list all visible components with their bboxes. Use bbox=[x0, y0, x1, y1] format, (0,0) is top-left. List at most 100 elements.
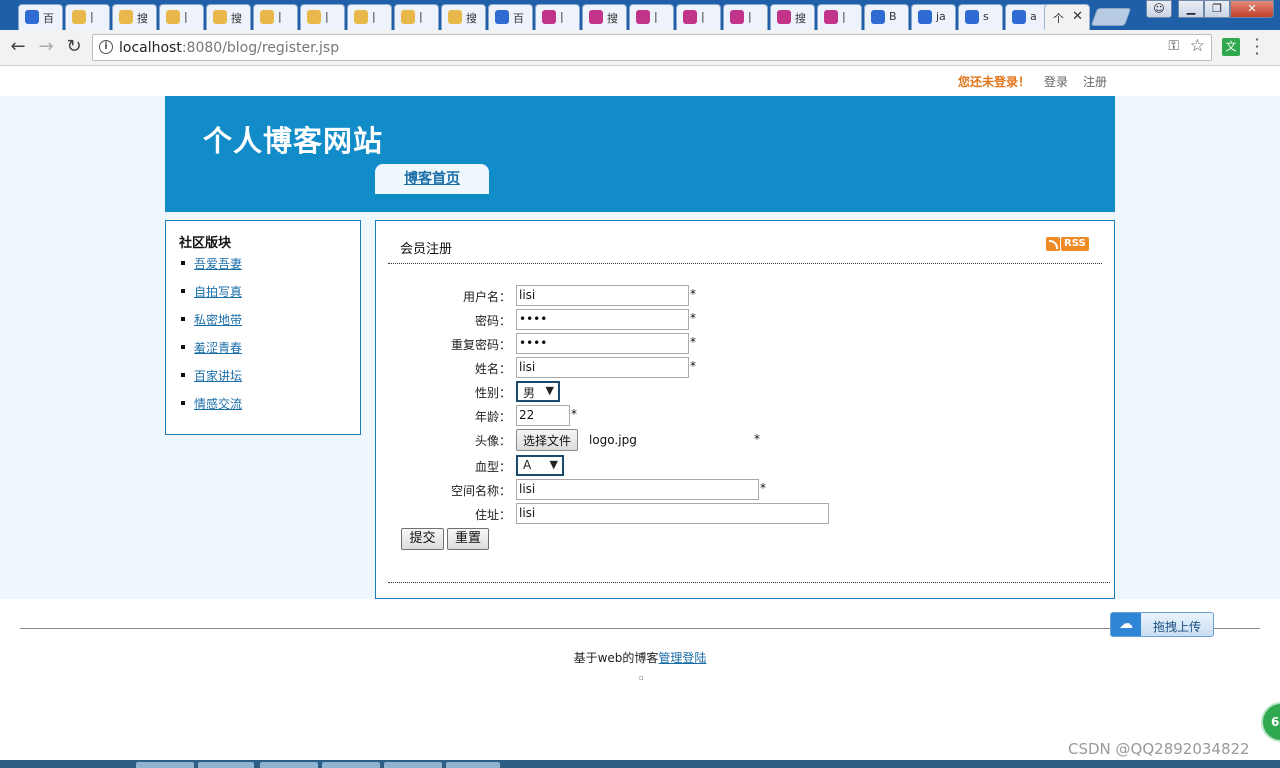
gender-label: 性别： bbox=[474, 386, 511, 400]
taskbar-item[interactable] bbox=[260, 762, 318, 768]
sidebar-link[interactable]: 情感交流 bbox=[194, 397, 242, 411]
taskbar-item[interactable] bbox=[446, 762, 500, 768]
dropdown-arrow-icon: ▼ bbox=[545, 384, 554, 397]
register-link[interactable]: 注册 bbox=[1083, 73, 1107, 90]
active-tab[interactable]: 个 ✕ bbox=[1044, 4, 1090, 31]
tab-title: | bbox=[748, 10, 752, 23]
tab-title: a bbox=[1030, 10, 1037, 23]
sidebar-link[interactable]: 羞涩青春 bbox=[194, 341, 242, 355]
sidebar-link[interactable]: 私密地带 bbox=[194, 313, 242, 327]
row-blood-type: 血型： A ▼ bbox=[376, 455, 1116, 477]
sidebar-item: 羞涩青春 bbox=[178, 339, 242, 367]
browser-tab[interactable]: | bbox=[300, 4, 345, 30]
sidebar-link[interactable]: 吾爱吾妻 bbox=[194, 257, 242, 271]
taskbar-item[interactable] bbox=[384, 762, 442, 768]
required-mark: * bbox=[571, 407, 577, 421]
row-username: 用户名： lisi * bbox=[376, 285, 1116, 307]
password-input[interactable]: •••• bbox=[516, 309, 689, 330]
back-icon[interactable]: ← bbox=[6, 36, 30, 60]
address-input[interactable]: lisi bbox=[516, 503, 829, 524]
login-strip: 您还未登录！ 登录 注册 bbox=[0, 67, 1280, 96]
submit-button[interactable]: 提交 bbox=[401, 528, 444, 550]
panel-title: 会员注册 bbox=[400, 242, 453, 257]
space-name-input[interactable]: lisi bbox=[516, 479, 759, 500]
active-tab-title: 个 bbox=[1053, 12, 1064, 25]
admin-login-link[interactable]: 管理登陆 bbox=[658, 651, 706, 665]
user-icon[interactable]: ☺ bbox=[1146, 0, 1172, 18]
space-name-label: 空间名称： bbox=[450, 484, 511, 498]
browser-tab[interactable]: s bbox=[958, 4, 1003, 30]
browser-tab[interactable]: | bbox=[629, 4, 674, 30]
tab-title: 搜 bbox=[607, 12, 618, 25]
confirm-password-input[interactable]: •••• bbox=[516, 333, 689, 354]
rss-badge[interactable]: RSS bbox=[1046, 237, 1089, 251]
tab-favicon-icon bbox=[1012, 10, 1026, 24]
tab-favicon-icon bbox=[542, 10, 556, 24]
choose-file-button[interactable]: 选择文件 bbox=[516, 429, 579, 451]
tab-favicon-icon bbox=[166, 10, 180, 24]
translate-extension-icon[interactable]: 文 bbox=[1222, 38, 1240, 56]
taskbar-item[interactable] bbox=[322, 762, 380, 768]
address-bar[interactable]: i localhost:8080/blog/register.jsp ⚿ ☆ bbox=[92, 34, 1212, 61]
password-label: 密码： bbox=[474, 314, 511, 328]
minimize-icon[interactable]: ▁ bbox=[1178, 0, 1204, 18]
sidebar-link[interactable]: 百家讲坛 bbox=[194, 369, 242, 383]
taskbar-item[interactable] bbox=[198, 762, 254, 768]
row-age: 年龄： 22 * bbox=[376, 405, 1116, 427]
new-tab-button[interactable] bbox=[1090, 8, 1132, 26]
browser-tab[interactable]: B bbox=[864, 4, 909, 30]
browser-tab[interactable]: 百 bbox=[18, 4, 63, 30]
tab-favicon-icon bbox=[307, 10, 321, 24]
row-name: 姓名： lisi * bbox=[376, 357, 1116, 379]
required-mark: * bbox=[760, 481, 766, 495]
tab-favicon-icon bbox=[25, 10, 39, 24]
blood-type-select[interactable]: A ▼ bbox=[516, 455, 564, 476]
close-tab-icon[interactable]: ✕ bbox=[1072, 9, 1083, 24]
browser-tab[interactable]: 搜 bbox=[770, 4, 815, 30]
browser-tab[interactable]: | bbox=[159, 4, 204, 30]
tab-favicon-icon bbox=[260, 10, 274, 24]
browser-tab[interactable]: | bbox=[723, 4, 768, 30]
reload-icon[interactable]: ↻ bbox=[62, 36, 86, 60]
browser-tab[interactable]: 搜 bbox=[582, 4, 627, 30]
age-input[interactable]: 22 bbox=[516, 405, 570, 426]
browser-tab[interactable]: 搜 bbox=[112, 4, 157, 30]
bookmark-star-icon[interactable]: ☆ bbox=[1190, 36, 1205, 56]
name-input[interactable]: lisi bbox=[516, 357, 689, 378]
tab-title: s bbox=[983, 10, 989, 23]
browser-tab[interactable]: ja bbox=[911, 4, 956, 30]
browser-tab[interactable]: 搜 bbox=[441, 4, 486, 30]
browser-tab[interactable]: 百 bbox=[488, 4, 533, 30]
login-link[interactable]: 登录 bbox=[1044, 73, 1068, 90]
browser-tab[interactable]: 搜 bbox=[206, 4, 251, 30]
tab-title: | bbox=[654, 10, 658, 23]
browser-tab[interactable]: | bbox=[535, 4, 580, 30]
reset-button[interactable]: 重置 bbox=[447, 528, 489, 550]
browser-tab[interactable]: | bbox=[676, 4, 721, 30]
username-input[interactable]: lisi bbox=[516, 285, 689, 306]
tab-title: | bbox=[419, 10, 423, 23]
sidebar-link[interactable]: 自拍写真 bbox=[194, 285, 242, 299]
browser-tab[interactable]: | bbox=[347, 4, 392, 30]
menu-icon[interactable]: · · · bbox=[1252, 32, 1262, 62]
info-icon[interactable]: i bbox=[99, 40, 113, 54]
tab-title: ja bbox=[936, 10, 946, 23]
browser-tab[interactable]: | bbox=[253, 4, 298, 30]
browser-tab[interactable]: | bbox=[394, 4, 439, 30]
row-space-name: 空间名称： lisi * bbox=[376, 479, 1116, 501]
avatar-label: 头像： bbox=[474, 434, 511, 448]
gender-select[interactable]: 男 ▼ bbox=[516, 381, 560, 402]
speed-badge[interactable]: 64 bbox=[1261, 702, 1280, 742]
browser-tab[interactable]: | bbox=[817, 4, 862, 30]
browser-tab[interactable]: | bbox=[65, 4, 110, 30]
restore-icon[interactable]: ❐ bbox=[1204, 0, 1230, 18]
site-header: 个人博客网站 博客首页 bbox=[165, 96, 1115, 212]
browser-tab-strip: 百 | 搜 | 搜 | | | | 搜 百 | 搜 | | | 搜 | Bja s a 个 ✕ ☺ ▁ ❐ ✕ bbox=[0, 0, 1280, 31]
tab-favicon-icon bbox=[777, 10, 791, 24]
nav-tab-home[interactable]: 博客首页 bbox=[375, 164, 489, 194]
close-window-icon[interactable]: ✕ bbox=[1230, 0, 1274, 18]
forward-icon[interactable]: → bbox=[34, 36, 58, 60]
drag-upload-button[interactable]: ☁ 拖拽上传 bbox=[1110, 612, 1214, 637]
key-icon[interactable]: ⚿ bbox=[1168, 38, 1179, 54]
taskbar-item[interactable] bbox=[136, 762, 194, 768]
